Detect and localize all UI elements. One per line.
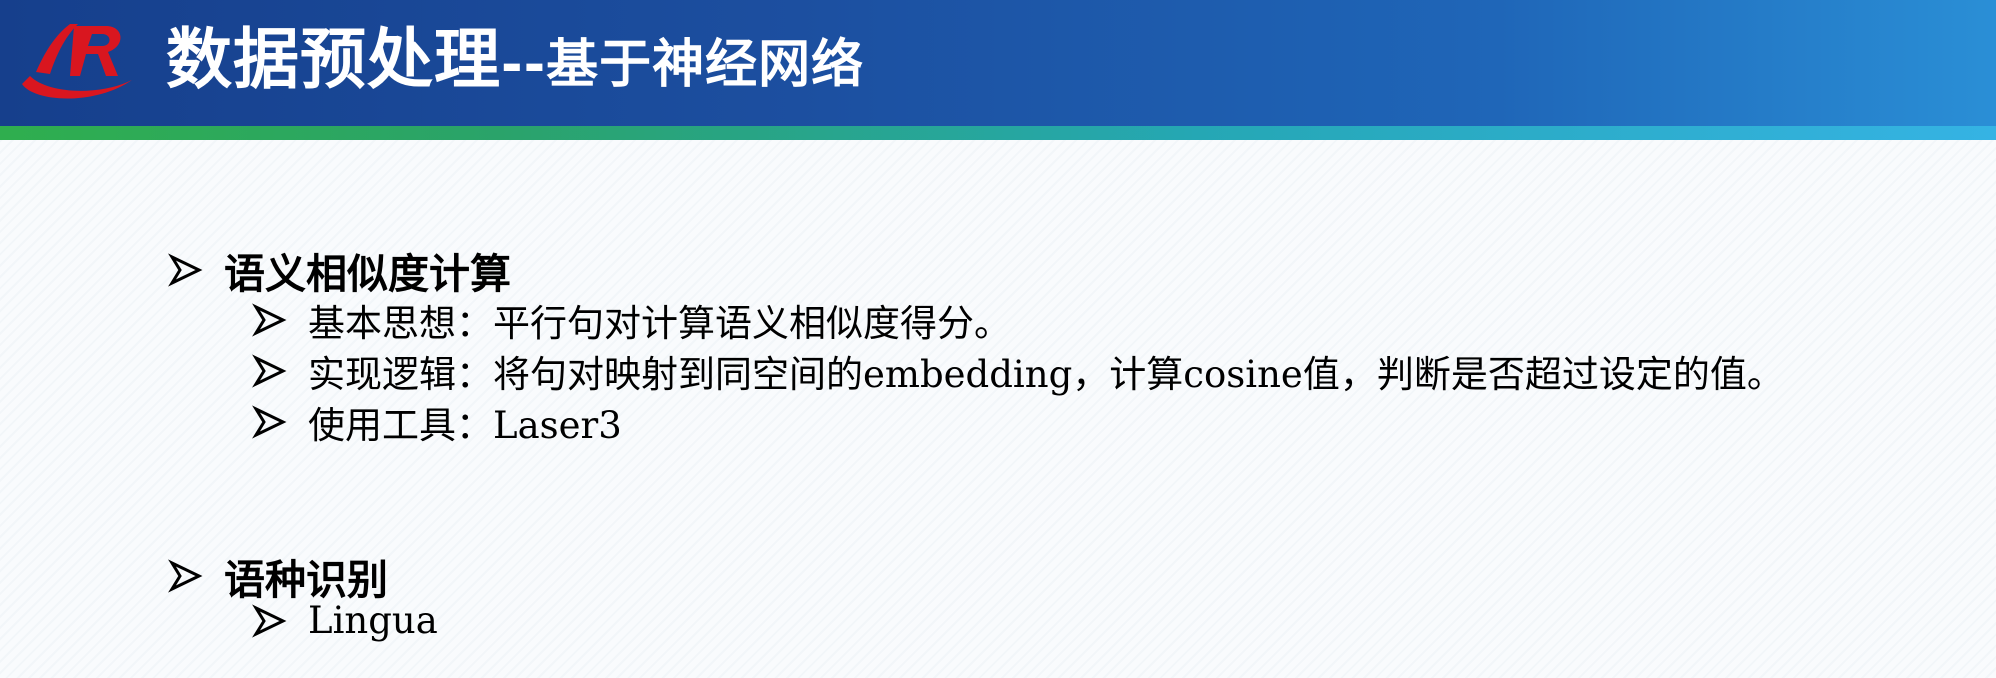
header-accent-stripe bbox=[0, 126, 1996, 140]
arrow-bullet-icon bbox=[168, 558, 204, 594]
list-item-text: 使用工具：Laser3 bbox=[308, 404, 622, 447]
slide-title-sub: --基于神经网络 bbox=[501, 35, 865, 95]
section-heading-text: 语义相似度计算 bbox=[224, 250, 511, 298]
section-heading-text: 语种识别 bbox=[224, 556, 388, 604]
section-heading-language-identification: 语种识别 bbox=[168, 546, 388, 606]
arrow-bullet-icon bbox=[252, 603, 288, 639]
list-item: 实现逻辑：将句对映射到同空间的embedding，计算cosine值，判断是否超… bbox=[252, 344, 1784, 398]
arrow-bullet-icon bbox=[252, 302, 288, 338]
section-heading-semantic-similarity: 语义相似度计算 bbox=[168, 240, 511, 300]
arrow-bullet-icon bbox=[252, 404, 288, 440]
list-item-text: 实现逻辑：将句对映射到同空间的embedding，计算cosine值，判断是否超… bbox=[308, 353, 1784, 396]
header-bar: 数据预处理--基于神经网络 bbox=[0, 0, 1996, 126]
arrow-bullet-icon bbox=[252, 353, 288, 389]
arrow-bullet-icon bbox=[168, 252, 204, 288]
slide-title: 数据预处理--基于神经网络 bbox=[166, 14, 864, 111]
ir-logo-icon bbox=[22, 24, 132, 99]
slide-title-main: 数据预处理 bbox=[166, 21, 501, 98]
list-item: Lingua bbox=[252, 599, 438, 642]
list-item-text: Lingua bbox=[308, 599, 438, 642]
list-item-text: 基本思想：平行句对计算语义相似度得分。 bbox=[308, 302, 1011, 345]
list-item: 使用工具：Laser3 bbox=[252, 395, 622, 449]
list-item: 基本思想：平行句对计算语义相似度得分。 bbox=[252, 293, 1011, 347]
